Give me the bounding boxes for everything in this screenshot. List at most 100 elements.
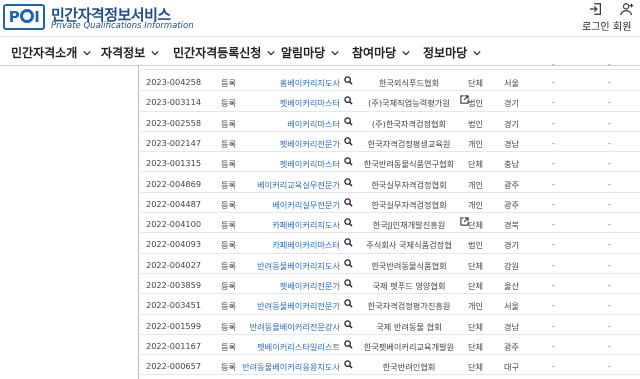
- nav-label: 자격정보: [101, 46, 146, 60]
- chevron-down-icon: [473, 50, 481, 56]
- cell-number: 2022-003859: [146, 280, 202, 290]
- site-subtitle: Private Qualifications Information: [51, 21, 194, 31]
- cell-region: 경남: [504, 321, 520, 332]
- nav-item-info[interactable]: 자격정보: [101, 44, 159, 61]
- cell-org-type: 단체: [468, 78, 484, 88]
- cell-dash: -: [552, 300, 555, 311]
- cell-dash: -: [608, 361, 611, 372]
- cell-number: 2022-004869: [146, 178, 202, 189]
- cell-dash: -: [608, 178, 611, 189]
- cell-dash: -: [552, 340, 555, 351]
- cell-org-type: 개인: [468, 138, 484, 149]
- chevron-down-icon: [402, 50, 410, 56]
- qualification-name-link[interactable]: 카페베이커리마스터: [230, 239, 340, 251]
- cell-org-type: 단체: [468, 159, 484, 170]
- cell-region: 대구: [504, 362, 520, 373]
- cell-organization: 한국자격검정평가진흥원: [367, 301, 451, 312]
- nav-item-data[interactable]: 정보마당: [423, 44, 481, 61]
- cell-dash: -: [552, 117, 555, 128]
- logo-text: PI: [8, 8, 40, 26]
- cell-region: 울산: [504, 281, 520, 291]
- cell-region: 경남: [504, 138, 520, 149]
- table-row: 2022-001167 등록 펫베이커리스타일리스트 한국펫베이커리교육개발원 단체 광주…: [138, 335, 640, 356]
- qualification-name-link[interactable]: 펫베이커리스타일리스트: [230, 341, 340, 353]
- cell-organization: (주)국제직업능력평가원: [368, 98, 450, 109]
- cell-number: 2023-001315: [146, 158, 202, 169]
- nav-label: 참여마당: [352, 46, 397, 60]
- cell-org-type: 단체: [468, 341, 484, 352]
- table-row: 2023-002558 등록 베이커리마스터 (주)한국자격검정협회 법인 경기 - -: [138, 112, 640, 132]
- nav-label: 민간자격소개: [11, 46, 78, 60]
- qualification-name-link[interactable]: 베이커리실무전문가: [230, 199, 340, 211]
- cell-dash: -: [552, 178, 555, 189]
- cell-dash: -: [608, 280, 611, 290]
- cell-dash: -: [608, 97, 611, 108]
- nav-item-participate[interactable]: 참여마당: [352, 44, 410, 61]
- qualification-name-link[interactable]: 반려동물베이커리전문강사: [230, 321, 340, 333]
- pqi-logo[interactable]: PI: [3, 4, 45, 30]
- table-row: 2022-004100 등록 카페베이커리지도사 한국JJ인재개발진흥원 단체 경북 - -: [138, 213, 640, 234]
- cell-region: 광주: [504, 199, 520, 210]
- cell-region: 강원: [504, 260, 520, 271]
- cell-number: 2022-001167: [146, 340, 202, 351]
- cell-dash: -: [608, 137, 611, 148]
- cell-region: 경기: [504, 98, 520, 109]
- cell-org-type: 개인: [468, 199, 484, 210]
- cell-dash: -: [608, 259, 611, 270]
- cell-org-type: 법인: [468, 118, 484, 129]
- qualification-name-link[interactable]: 베이커리마스터: [230, 118, 340, 130]
- site-header: PI 민간자격정보서비스 Private Qualifications Info…: [0, 0, 640, 48]
- cell-dash: -: [552, 60, 555, 69]
- cell-dash: -: [608, 219, 611, 230]
- login-button[interactable]: 로그인: [582, 2, 610, 33]
- qualification-name-link[interactable]: 펫베이커리마스터: [230, 97, 340, 109]
- qualification-name-link[interactable]: 펫베이커리전문가: [230, 138, 340, 150]
- cell-organization: 한국외식푸드협회: [378, 78, 440, 88]
- cell-org-type: 단체: [468, 321, 484, 332]
- table-row: 2022-004869 등록 베이커리교육실무전문가 한국실무자격검정협회 개인 광주 - -: [138, 173, 640, 193]
- chevron-down-icon: [267, 50, 275, 56]
- table-row: 2023-004258 등록 홈베이커리지도사 한국외식푸드협회 단체 서울 - -: [138, 71, 640, 92]
- cell-region: 광주: [504, 179, 520, 190]
- cell-region: 서울: [504, 301, 520, 312]
- qualification-name-link[interactable]: 반려동물베이커리지도사: [230, 260, 340, 272]
- cell-number: 2022-004487: [146, 198, 202, 209]
- cell-org-type: 단체: [468, 220, 484, 231]
- chevron-down-icon: [83, 50, 91, 56]
- cell-number: 2022-004027: [146, 259, 202, 270]
- table-row: 2022-001599 등록 반려동물베이커리전문강사 국제 반려동물 협회 단체 경남 -…: [138, 315, 640, 335]
- table-row: 2022-004027 등록 반려동물베이커리지도사 한국반려동물식품협회 단체 강원 - -: [138, 254, 640, 274]
- qualification-name-link[interactable]: 베이커리교육실무전문가: [230, 179, 340, 191]
- cell-number: 2022-001599: [146, 320, 202, 331]
- table-row: 2023-002147 등록 펫베이커리전문가 한국자격검정평생교육원 개인 경남 - -: [138, 132, 640, 153]
- cell-region: 서울: [504, 78, 520, 88]
- cell-dash: -: [552, 219, 555, 230]
- table-row: 2022-004093 등록 카페베이커리마스터 주식회사 국제식품검정협 법인 경기 - -: [138, 233, 640, 254]
- qualification-name-link[interactable]: 펫베이커리전문가: [230, 280, 340, 292]
- cell-dash: -: [552, 198, 555, 209]
- cell-org-type: 법인: [468, 240, 484, 251]
- cell-region: 경기: [504, 118, 520, 129]
- user-add-icon: [619, 3, 633, 16]
- cell-region: 경북: [504, 220, 520, 231]
- qualification-name-link[interactable]: 카페베이커리지도사: [230, 219, 340, 231]
- qualification-name-link[interactable]: 홈베이커리지도사: [230, 77, 340, 89]
- cell-organization: 한국반려동물식품연구협회: [363, 159, 455, 170]
- table-row: 2022-000657 등록 반려동물베이커리응용지도사 한국반려인협회 단체 대구 - -: [138, 355, 640, 376]
- cell-dash: -: [552, 320, 555, 331]
- nav-item-intro[interactable]: 민간자격소개: [11, 44, 91, 61]
- cell-number: 2023-002558: [146, 117, 202, 128]
- cell-dash: -: [608, 77, 611, 87]
- qualification-name-link[interactable]: 반려동물베이커리응용지도사: [230, 361, 340, 373]
- cell-organization: 한국반려동물식품협회: [371, 260, 447, 271]
- cell-organization: 한국실무자격검정협회: [371, 199, 447, 210]
- qualification-name-link[interactable]: 펫베이커리마스터: [230, 158, 340, 170]
- login-label: 로그인: [582, 22, 610, 33]
- cell-organization: 한국자격검정평생교육원: [367, 138, 451, 149]
- qualification-name-link[interactable]: 반려동물베이커리전문가: [230, 300, 340, 312]
- nav-label: 정보마당: [423, 46, 468, 60]
- cell-dash: -: [608, 60, 611, 69]
- cell-organization: 한국반려인협회: [382, 362, 436, 373]
- nav-item-notice[interactable]: 알림마당: [281, 44, 339, 61]
- nav-item-register[interactable]: 민간자격등록신청: [173, 44, 275, 61]
